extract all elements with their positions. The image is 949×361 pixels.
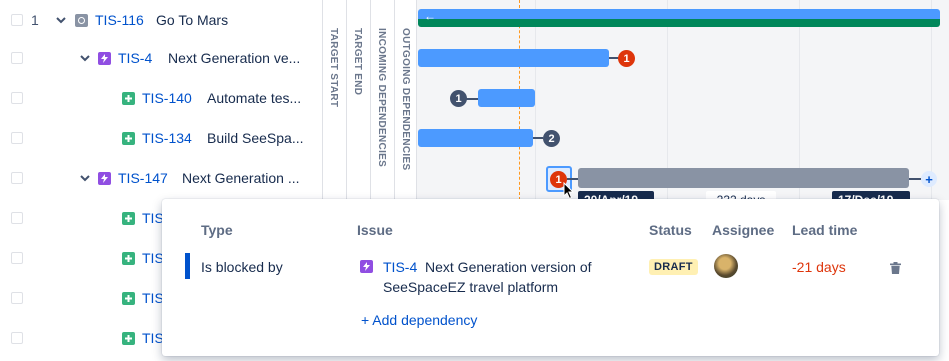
dependency-badge[interactable]: 1 bbox=[450, 90, 467, 107]
issue-row-tis-134[interactable]: TIS-134 Build SeeSpa... bbox=[0, 118, 322, 158]
relation-type: Is blocked by bbox=[201, 259, 283, 275]
row-checkbox[interactable] bbox=[11, 52, 23, 64]
mouse-cursor-icon bbox=[563, 182, 575, 200]
dependency-popup: Type Issue Status Assignee Lead time Is … bbox=[162, 199, 939, 356]
header-status: Status bbox=[649, 222, 692, 238]
chevron-down-icon[interactable] bbox=[80, 173, 90, 183]
dependency-badge[interactable]: 2 bbox=[543, 130, 560, 147]
grid-line bbox=[535, 0, 536, 200]
timeline-bar-tis-4[interactable] bbox=[418, 49, 609, 67]
dependency-link bbox=[909, 178, 921, 180]
chevron-down-icon[interactable] bbox=[80, 53, 90, 63]
epic-icon bbox=[98, 51, 111, 65]
row-checkbox[interactable] bbox=[11, 292, 23, 304]
column-incoming-dependencies[interactable]: INCOMING DEPENDENCIES bbox=[370, 0, 394, 200]
header-assignee: Assignee bbox=[712, 222, 775, 238]
issue-title: Next Generation ve... bbox=[168, 50, 301, 66]
issue-key[interactable]: TIS bbox=[142, 290, 164, 306]
story-icon bbox=[122, 131, 135, 145]
story-icon bbox=[122, 91, 135, 105]
column-header: TARGET START bbox=[328, 28, 339, 108]
issue-title: Go To Mars bbox=[156, 12, 229, 28]
column-header: OUTGOING DEPENDENCIES bbox=[400, 28, 411, 171]
timeline-bar-tis-116[interactable] bbox=[418, 9, 940, 19]
header-type: Type bbox=[201, 222, 233, 238]
story-icon bbox=[122, 331, 135, 345]
timeline-bar-tis-140[interactable] bbox=[478, 89, 535, 107]
header-lead-time: Lead time bbox=[792, 222, 858, 238]
back-arrow-icon[interactable]: ← bbox=[424, 9, 436, 23]
story-icon bbox=[122, 251, 135, 265]
dependency-type-accent bbox=[185, 253, 190, 279]
issue-row-tis-140[interactable]: TIS-140 Automate tes... bbox=[0, 78, 322, 118]
initiative-icon bbox=[75, 13, 88, 27]
issue-key[interactable]: TIS-4 bbox=[118, 50, 152, 66]
issue-key[interactable]: TIS-116 bbox=[95, 12, 144, 28]
assignee-avatar[interactable] bbox=[714, 254, 738, 278]
issue-key[interactable]: TIS bbox=[142, 330, 164, 346]
issue-key[interactable]: TIS bbox=[142, 210, 164, 226]
progress-bar bbox=[418, 19, 940, 27]
row-checkbox[interactable] bbox=[11, 252, 23, 264]
column-target-start[interactable]: TARGET START bbox=[322, 0, 346, 200]
issue-key[interactable]: TIS-147 bbox=[118, 170, 168, 186]
header-issue: Issue bbox=[357, 222, 393, 238]
issue-key[interactable]: TIS-140 bbox=[142, 90, 192, 106]
issue-title: Build SeeSpa... bbox=[207, 130, 304, 146]
dependency-link bbox=[466, 98, 478, 100]
add-dependency-link[interactable]: + Add dependency bbox=[361, 312, 477, 328]
epic-icon bbox=[98, 171, 111, 185]
dependency-badge[interactable]: 1 bbox=[618, 50, 635, 67]
add-dependency-icon[interactable]: + bbox=[921, 171, 937, 187]
story-icon bbox=[122, 291, 135, 305]
column-header: INCOMING DEPENDENCIES bbox=[376, 28, 387, 168]
issue-key[interactable]: TIS bbox=[142, 250, 164, 266]
issue-title: Next Generation ... bbox=[182, 170, 300, 186]
issue-row-tis-4[interactable]: TIS-4 Next Generation ve... bbox=[0, 38, 322, 78]
column-header: TARGET END bbox=[352, 28, 363, 96]
timeline-bar-tis-134[interactable] bbox=[418, 129, 533, 147]
status-lozenge: DRAFT bbox=[649, 259, 698, 275]
issue-row-tis-147[interactable]: TIS-147 Next Generation ... bbox=[0, 158, 322, 198]
dependency-issue-title: Next Generation version of SeeSpaceEZ tr… bbox=[383, 259, 592, 295]
row-number: 1 bbox=[31, 12, 39, 28]
column-target-end[interactable]: TARGET END bbox=[346, 0, 370, 200]
dependency-link bbox=[533, 137, 543, 139]
grid-line bbox=[931, 0, 932, 200]
row-checkbox[interactable] bbox=[11, 212, 23, 224]
issue-title: Automate tes... bbox=[207, 90, 302, 106]
chevron-down-icon[interactable] bbox=[56, 15, 66, 25]
row-checkbox[interactable] bbox=[11, 172, 23, 184]
row-checkbox[interactable] bbox=[11, 132, 23, 144]
lead-time-value: -21 days bbox=[792, 259, 846, 275]
row-checkbox[interactable] bbox=[11, 14, 23, 26]
story-icon bbox=[122, 211, 135, 225]
column-outgoing-dependencies[interactable]: OUTGOING DEPENDENCIES bbox=[394, 0, 416, 200]
epic-icon bbox=[360, 260, 373, 273]
issue-key[interactable]: TIS-134 bbox=[142, 130, 192, 146]
timeline-bar-tis-147[interactable] bbox=[578, 168, 909, 188]
row-checkbox[interactable] bbox=[11, 332, 23, 344]
issue-row-tis-116[interactable]: 1 TIS-116 Go To Mars bbox=[0, 0, 322, 40]
trash-icon[interactable] bbox=[890, 262, 901, 274]
row-checkbox[interactable] bbox=[11, 92, 23, 104]
